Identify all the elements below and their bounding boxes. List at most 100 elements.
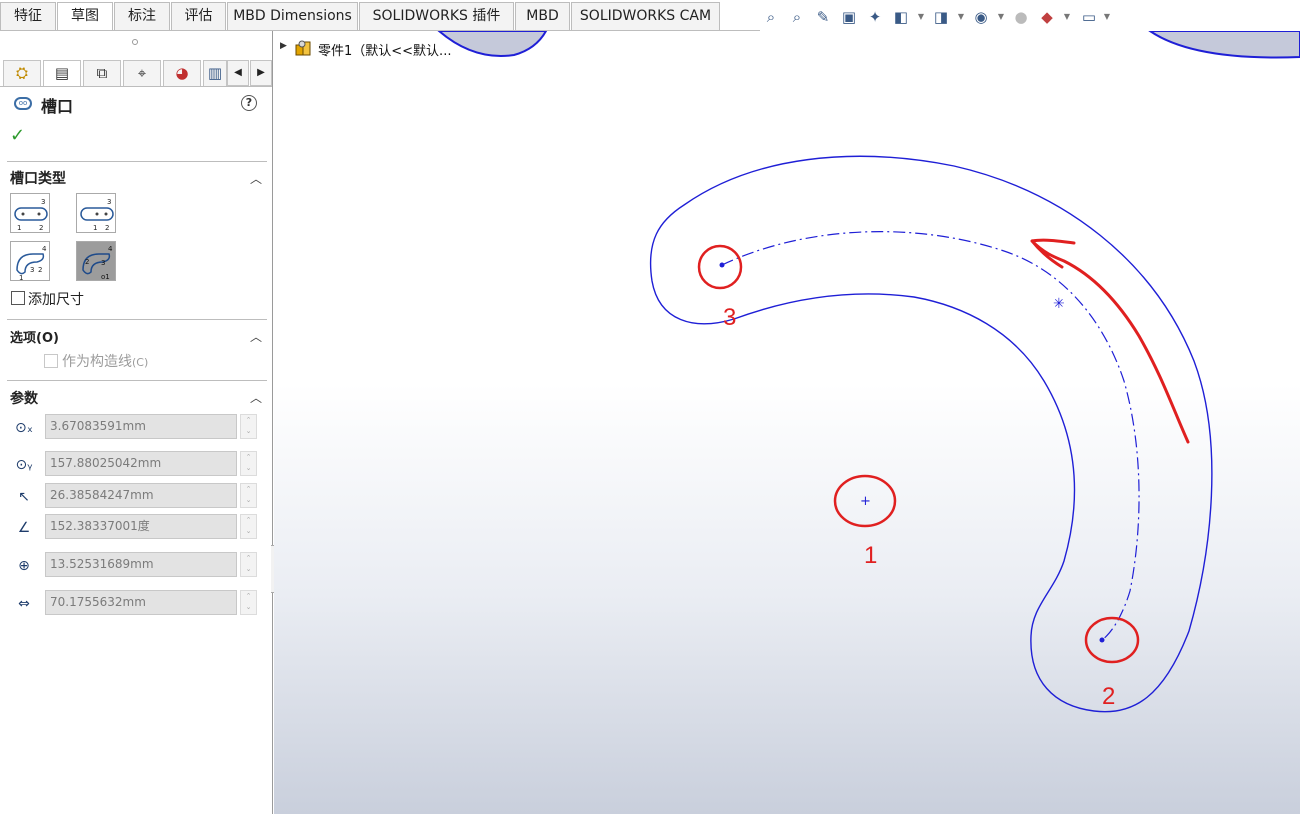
slot-length-spinner[interactable]: ⌃ ⌄ xyxy=(240,590,257,615)
collapse-caret-icon[interactable]: ︿ xyxy=(250,389,262,406)
straight-slot-button[interactable]: 3 1 2 xyxy=(10,193,50,233)
tab-scroll-left-icon[interactable]: ◀ xyxy=(227,60,249,86)
tab-solidworks-cam[interactable]: SOLIDWORKS CAM xyxy=(571,2,720,30)
tab-solidworks-addins[interactable]: SOLIDWORKS 插件 xyxy=(359,2,514,30)
hide-show-dropdown-icon[interactable]: ▼ xyxy=(996,6,1006,28)
center-y-field[interactable]: 157.88025042mm xyxy=(45,451,237,476)
part-icon xyxy=(295,40,311,56)
tab-scroll-right-icon[interactable]: ▶ xyxy=(250,60,272,86)
center-x-spinner[interactable]: ⌃ ⌄ xyxy=(240,414,257,439)
tree-expand-icon[interactable]: ▶ xyxy=(280,41,287,51)
collapse-caret-icon[interactable]: ︿ xyxy=(250,170,262,187)
angle-spinner[interactable]: ⌃ ⌄ xyxy=(240,514,257,539)
svg-text:3: 3 xyxy=(41,198,45,206)
apply-scene-icon[interactable]: ◆ xyxy=(1036,6,1058,28)
edit-appearance-icon[interactable]: ● xyxy=(1010,6,1032,28)
cam-icon[interactable]: ▥ xyxy=(203,60,227,86)
divider xyxy=(7,161,267,162)
annotation-label-2: 2 xyxy=(1102,683,1116,710)
slot-centerline-arc[interactable] xyxy=(721,231,1140,641)
centerpoint-arc-slot-button[interactable]: 4 2 3 o1 xyxy=(76,241,116,281)
featuremanager-icon[interactable]: ⛭ xyxy=(3,60,41,86)
center-x-field[interactable]: 3.67083591mm xyxy=(45,414,237,439)
radius-spinner[interactable]: ⌃ ⌄ xyxy=(240,483,257,508)
dimxpert-icon[interactable]: ⌖ xyxy=(123,60,161,86)
slot-width-field[interactable]: 13.52531689mm xyxy=(45,552,237,577)
background-body-right xyxy=(1148,31,1300,59)
slot-type-section-title[interactable]: 槽口类型 xyxy=(10,168,66,188)
divider xyxy=(7,319,267,320)
arc-end-point[interactable] xyxy=(1099,637,1105,643)
radius-field[interactable]: 26.38584247mm xyxy=(45,483,237,508)
slot-width-icon: ⊕ xyxy=(18,558,30,574)
zoom-to-fit-icon[interactable]: ⌕ xyxy=(760,6,782,28)
annotation-circle-3 xyxy=(697,244,743,290)
tab-features[interactable]: 特征 xyxy=(0,2,56,30)
angle-field[interactable]: 152.38337001度 xyxy=(45,514,237,539)
view-orientation-dropdown-icon[interactable]: ▼ xyxy=(916,6,926,28)
svg-text:1: 1 xyxy=(93,224,97,232)
svg-text:o1: o1 xyxy=(101,273,110,281)
display-style-icon[interactable]: ◨ xyxy=(930,6,952,28)
sketch-canvas[interactable]: ✳ + xyxy=(274,31,1300,814)
apply-scene-dropdown-icon[interactable]: ▼ xyxy=(1062,6,1072,28)
slot-width-spinner[interactable]: ⌃ ⌄ xyxy=(240,552,257,577)
view-settings-dropdown-icon[interactable]: ▼ xyxy=(1102,6,1112,28)
three-point-arc-slot-button[interactable]: 4 1 3 2 xyxy=(10,241,50,282)
section-view-icon[interactable]: ▣ xyxy=(838,6,860,28)
help-icon[interactable]: ? xyxy=(241,95,257,111)
center-y-spinner[interactable]: ⌃ ⌄ xyxy=(240,451,257,476)
property-manager-panel: ⛭ ▤ ⧉ ⌖ ◕ ▥ ◀ ▶ oo 槽口 ? ✓ 槽口类型 ︿ 3 1 2 3… xyxy=(0,31,273,814)
view-settings-icon[interactable]: ▭ xyxy=(1078,6,1100,28)
panel-grip[interactable] xyxy=(0,31,272,55)
previous-view-icon[interactable]: ✎ xyxy=(812,6,834,28)
svg-text:4: 4 xyxy=(42,245,47,253)
collapse-caret-icon[interactable]: ︿ xyxy=(250,328,262,345)
svg-text:3: 3 xyxy=(107,198,111,206)
construction-shortcut: (C) xyxy=(132,356,149,369)
zoom-to-area-icon[interactable]: ⌕ xyxy=(786,6,808,28)
add-dimensions-label: 添加尺寸 xyxy=(28,292,84,308)
svg-text:1: 1 xyxy=(17,224,21,232)
hide-show-icon[interactable]: ◉ xyxy=(970,6,992,28)
ok-button[interactable]: ✓ xyxy=(10,126,30,146)
arc-midpoint-icon: ✳ xyxy=(1053,296,1065,312)
tab-annotation[interactable]: 标注 xyxy=(114,2,170,30)
background-body-left xyxy=(437,31,548,57)
configurationmanager-icon[interactable]: ⧉ xyxy=(83,60,121,86)
display-manager-icon[interactable]: ◕ xyxy=(163,60,201,86)
tab-sketch[interactable]: 草图 xyxy=(57,2,113,31)
tab-evaluate[interactable]: 评估 xyxy=(171,2,226,30)
svg-text:2: 2 xyxy=(38,266,42,274)
slot-length-field[interactable]: 70.1755632mm xyxy=(45,590,237,615)
parameters-section-title[interactable]: 参数 xyxy=(10,388,38,408)
construction-checkbox[interactable] xyxy=(44,354,58,368)
slot-length-icon: ⇔ xyxy=(18,596,30,612)
slot-outline[interactable] xyxy=(649,155,1213,713)
annotation-circle-2 xyxy=(1084,616,1140,664)
add-dimensions-checkbox[interactable] xyxy=(11,291,25,305)
options-section-title[interactable]: 选项(O) xyxy=(10,327,59,346)
center-straight-slot-button[interactable]: 3 1 2 xyxy=(76,193,116,233)
dynamic-annotation-icon[interactable]: ✦ xyxy=(864,6,886,28)
propertymanager-icon[interactable]: ▤ xyxy=(43,60,81,86)
centerpoint-arc-slot-icon: 4 2 3 o1 xyxy=(82,245,113,281)
grip-dot-icon xyxy=(132,39,138,45)
view-orientation-icon[interactable]: ◧ xyxy=(890,6,912,28)
slot-icon: oo xyxy=(14,97,32,110)
construction-label-text: 作为构造线 xyxy=(62,354,132,370)
divider xyxy=(7,380,267,381)
center-y-icon: ⊙ᵧ xyxy=(15,457,33,473)
display-style-dropdown-icon[interactable]: ▼ xyxy=(956,6,966,28)
part-name-label: 零件1（默认<<默认... xyxy=(318,44,452,59)
center-straight-slot-icon: 3 1 2 xyxy=(80,198,114,232)
tab-mbd-dimensions[interactable]: MBD Dimensions xyxy=(227,2,358,30)
arc-center-point-icon[interactable]: + xyxy=(860,494,871,509)
straight-slot-icon: 3 1 2 xyxy=(14,198,48,232)
property-manager-header: oo 槽口 ? xyxy=(10,93,265,117)
graphics-area[interactable]: ✳ + ▶ 零件1（默认<<默认... 3 1 2 xyxy=(274,31,1300,814)
heads-up-view-toolbar: ⌕ ⌕ ✎ ▣ ✦ ◧ ▼ ◨ ▼ ◉ ▼ ● ◆ ▼ ▭ ▼ xyxy=(758,4,1118,30)
tab-mbd[interactable]: MBD xyxy=(515,2,570,30)
arc-start-point[interactable] xyxy=(719,262,725,268)
page-title: 槽口 xyxy=(41,97,74,116)
